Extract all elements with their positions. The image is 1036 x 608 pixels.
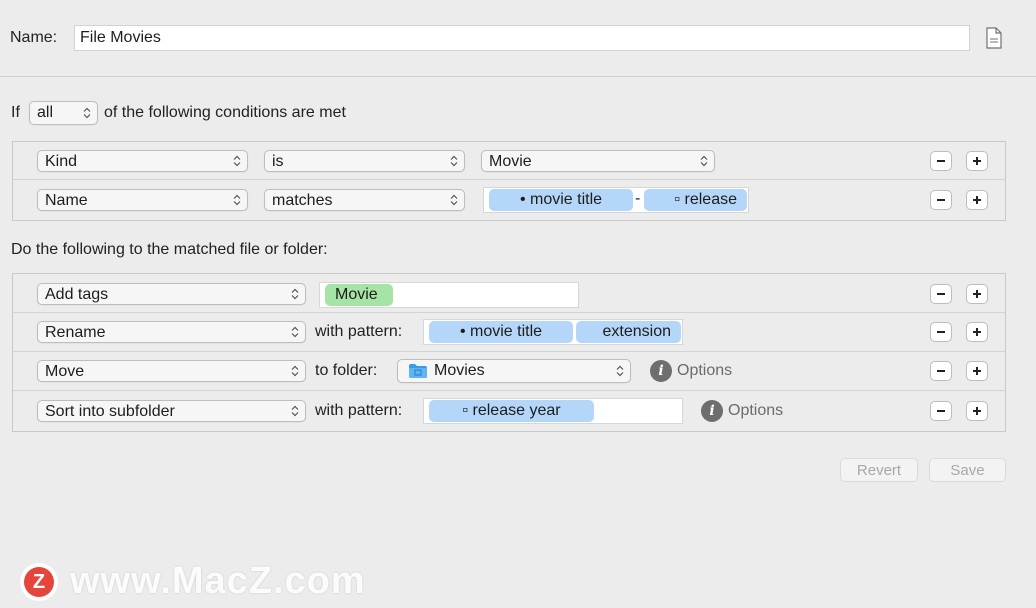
remove-action-button[interactable] <box>930 284 952 304</box>
actions-panel: Add tags Movie Rename with pattern: • mo… <box>12 273 1006 432</box>
condition-attribute-popup[interactable]: Kind <box>37 150 248 172</box>
action-type-value: Move <box>45 363 85 380</box>
folder-value: Movies <box>434 362 485 379</box>
minus-icon <box>937 199 945 201</box>
condition-operator-popup[interactable]: matches <box>264 189 465 211</box>
condition-attribute-value: Kind <box>45 153 78 170</box>
tag-token[interactable]: Movie <box>325 284 393 306</box>
folder-icon <box>409 364 427 378</box>
plus-icon <box>973 367 981 375</box>
conditions-panel: Kind is Movie Name matches • movie title <box>12 141 1006 221</box>
action-row: Move to folder: Movies i Options <box>13 352 1005 391</box>
updown-arrows-icon <box>83 107 91 119</box>
action-type-popup[interactable]: Sort into subfolder <box>37 400 306 422</box>
match-mode-popup[interactable]: all <box>29 101 98 125</box>
pattern-separator: - <box>635 190 641 207</box>
add-condition-button[interactable] <box>966 190 988 210</box>
condition-row: Name matches • movie title - ▫ release <box>13 180 1005 220</box>
action-row: Rename with pattern: • movie title exten… <box>13 313 1005 352</box>
name-field-value: File Movies <box>80 29 161 46</box>
info-icon[interactable]: i <box>650 360 672 382</box>
minus-icon <box>937 331 945 333</box>
name-pattern-field[interactable]: • movie title - ▫ release <box>483 187 749 213</box>
remove-condition-button[interactable] <box>930 151 952 171</box>
pattern-token[interactable]: ▫ release year <box>429 400 594 422</box>
add-action-button[interactable] <box>966 361 988 381</box>
updown-arrows-icon <box>233 194 241 206</box>
watermark-text: www.MacZ.com <box>70 560 366 602</box>
add-action-button[interactable] <box>966 401 988 421</box>
pattern-token[interactable]: • movie title <box>429 321 573 343</box>
move-connector-label: to folder: <box>315 362 378 379</box>
plus-icon <box>973 407 981 415</box>
name-field[interactable]: File Movies <box>74 25 970 51</box>
condition-attribute-value: Name <box>45 192 88 209</box>
remove-condition-button[interactable] <box>930 190 952 210</box>
updown-arrows-icon <box>700 155 708 167</box>
pattern-token[interactable]: • movie title <box>489 189 633 211</box>
action-type-popup[interactable]: Move <box>37 360 306 382</box>
tags-field[interactable]: Movie <box>319 282 579 308</box>
sort-options-label[interactable]: Options <box>728 402 783 420</box>
action-type-value: Add tags <box>45 286 109 303</box>
remove-action-button[interactable] <box>930 361 952 381</box>
action-type-value: Rename <box>45 324 106 341</box>
action-row: Add tags Movie <box>13 274 1005 313</box>
action-type-value: Sort into subfolder <box>45 403 175 420</box>
updown-arrows-icon <box>291 326 299 338</box>
updown-arrows-icon <box>450 194 458 206</box>
minus-icon <box>937 370 945 372</box>
condition-value-value: Movie <box>489 153 532 170</box>
actions-header: Do the following to the matched file or … <box>11 241 328 258</box>
updown-arrows-icon <box>291 288 299 300</box>
subfolder-pattern-field[interactable]: ▫ release year <box>423 398 683 424</box>
updown-arrows-icon <box>233 155 241 167</box>
sort-connector-label: with pattern: <box>315 402 403 419</box>
remove-action-button[interactable] <box>930 401 952 421</box>
pattern-token[interactable]: extension <box>576 321 681 343</box>
if-label: If <box>11 104 20 121</box>
action-type-popup[interactable]: Rename <box>37 321 306 343</box>
match-mode-value: all <box>37 104 54 121</box>
move-options-label[interactable]: Options <box>677 362 732 380</box>
plus-icon <box>973 196 981 204</box>
header-divider <box>0 76 1036 77</box>
condition-operator-value: is <box>272 153 284 170</box>
document-icon[interactable] <box>985 27 1003 49</box>
rename-connector-label: with pattern: <box>315 323 403 340</box>
plus-icon <box>973 328 981 336</box>
minus-icon <box>937 293 945 295</box>
updown-arrows-icon <box>616 365 624 377</box>
info-icon[interactable]: i <box>701 400 723 422</box>
condition-operator-value: matches <box>272 192 333 209</box>
action-row: Sort into subfolder with pattern: ▫ rele… <box>13 391 1005 431</box>
name-label: Name: <box>10 29 58 46</box>
remove-action-button[interactable] <box>930 322 952 342</box>
condition-attribute-popup[interactable]: Name <box>37 189 248 211</box>
plus-icon <box>973 290 981 298</box>
watermark-logo-letter: Z <box>24 567 54 597</box>
add-action-button[interactable] <box>966 284 988 304</box>
updown-arrows-icon <box>291 365 299 377</box>
minus-icon <box>937 160 945 162</box>
folder-popup[interactable]: Movies <box>397 359 631 383</box>
minus-icon <box>937 410 945 412</box>
add-action-button[interactable] <box>966 322 988 342</box>
plus-icon <box>973 157 981 165</box>
updown-arrows-icon <box>291 405 299 417</box>
rename-pattern-field[interactable]: • movie title extension <box>423 319 683 345</box>
save-button[interactable]: Save <box>929 458 1006 482</box>
condition-value-popup[interactable]: Movie <box>481 150 715 172</box>
condition-row: Kind is Movie <box>13 142 1005 180</box>
condition-operator-popup[interactable]: is <box>264 150 465 172</box>
watermark-logo: Z <box>20 563 58 601</box>
updown-arrows-icon <box>450 155 458 167</box>
add-condition-button[interactable] <box>966 151 988 171</box>
conditions-suffix-label: of the following conditions are met <box>104 104 346 121</box>
action-type-popup[interactable]: Add tags <box>37 283 306 305</box>
pattern-token[interactable]: ▫ release <box>644 189 747 211</box>
revert-button[interactable]: Revert <box>840 458 918 482</box>
